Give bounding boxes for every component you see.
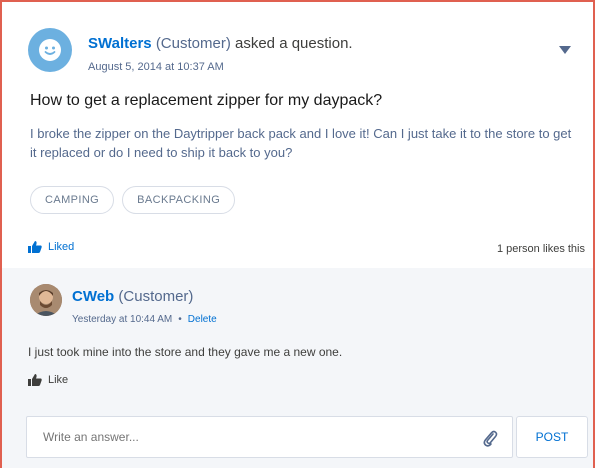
thumbs-up-icon (28, 241, 42, 253)
answer-body: I just took mine into the store and they… (28, 345, 343, 359)
liked-button[interactable]: Liked (28, 241, 74, 253)
tag-backpacking[interactable]: BACKPACKING (122, 186, 236, 214)
answer-composer (26, 416, 513, 458)
meta-separator: • (178, 314, 182, 325)
smiley-face-icon[interactable] (28, 28, 72, 72)
tag-camping[interactable]: CAMPING (30, 186, 115, 214)
liked-label: Liked (48, 241, 75, 253)
question-timestamp[interactable]: August 5, 2014 at 10:37 AM (88, 61, 224, 73)
chevron-down-icon[interactable] (559, 46, 571, 54)
like-button[interactable]: Like (28, 374, 68, 386)
question-title: How to get a replacement zipper for my d… (30, 92, 383, 109)
question-author-link[interactable]: SWalters (88, 35, 152, 52)
topic-tags: CAMPING BACKPACKING (30, 186, 236, 214)
answer-author-line: CWeb (Customer) (72, 288, 193, 305)
like-label: Like (48, 374, 69, 386)
question-header: SWalters (Customer) asked a question. Au… (28, 28, 575, 76)
answer-input[interactable] (41, 429, 475, 445)
thumbs-up-icon (28, 374, 42, 386)
answers-section: CWeb (Customer) Yesterday at 10:44 AM • De… (2, 268, 593, 468)
like-count[interactable]: 1 person likes this (497, 243, 585, 255)
answer-timestamp[interactable]: Yesterday at 10:44 AM (72, 314, 172, 325)
delete-link[interactable]: Delete (188, 314, 217, 325)
avatar[interactable] (30, 284, 62, 316)
answer-author-link[interactable]: CWeb (72, 288, 114, 305)
paperclip-icon[interactable] (482, 429, 498, 447)
question-action-text: asked a question. (235, 35, 353, 52)
answer-meta: Yesterday at 10:44 AM • Delete (72, 314, 217, 325)
question-body: I broke the zipper on the Daytripper bac… (30, 126, 572, 160)
question-author-line: SWalters (Customer) asked a question. (88, 35, 353, 52)
post-button[interactable]: POST (516, 416, 588, 458)
question-like-row: Liked 1 person likes this (28, 241, 585, 259)
answer-author-role: (Customer) (118, 288, 194, 305)
question-author-role: (Customer) (155, 35, 231, 52)
